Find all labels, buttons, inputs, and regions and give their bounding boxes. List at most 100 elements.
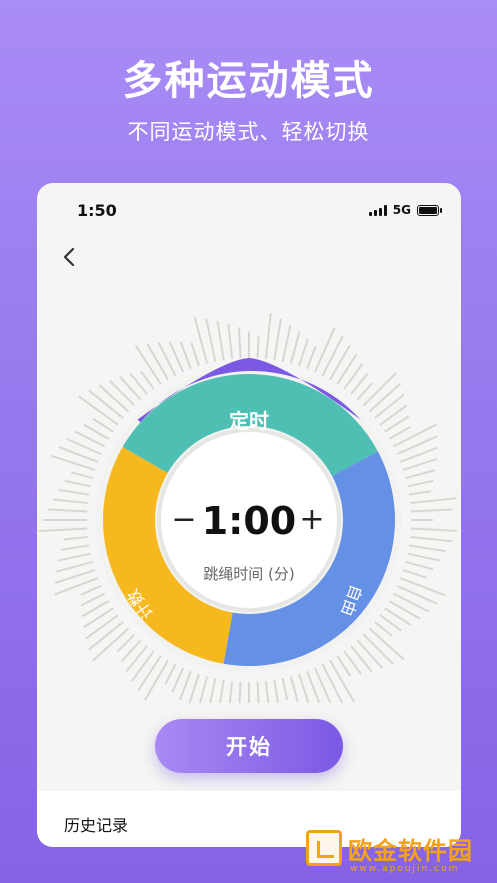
dial-tick — [47, 508, 88, 513]
dial-tick — [264, 312, 272, 359]
plus-button[interactable]: + — [295, 503, 329, 537]
history-label[interactable]: 历史记录 — [64, 812, 128, 836]
dial-tick — [58, 488, 90, 496]
dial-tick — [80, 592, 106, 607]
dial-tick — [405, 469, 436, 480]
dial-tick — [38, 527, 88, 533]
dial-graphic — [38, 312, 457, 703]
dial-tick — [410, 527, 457, 532]
dial-tick — [52, 498, 88, 505]
dial-tick — [356, 382, 373, 401]
status-time: 1:50 — [77, 201, 117, 220]
dial-tick — [273, 679, 279, 703]
dial-tick — [306, 345, 317, 370]
dial-tick — [407, 552, 440, 562]
dial-tick — [329, 344, 351, 381]
dial-tick — [60, 544, 90, 551]
dial-tick — [80, 584, 102, 596]
status-icons: 5G — [368, 203, 442, 217]
dial-tick — [336, 354, 358, 385]
dial-tick — [88, 621, 124, 651]
dial-tick — [408, 490, 431, 496]
dial-tick — [140, 370, 155, 390]
dial-tick — [83, 607, 114, 629]
watermark-url: www.apoujin.com — [350, 864, 460, 874]
battery-icon — [417, 204, 442, 216]
watermark: 欧金软件园 — [306, 830, 473, 866]
dial-tick — [209, 678, 217, 703]
dial-tick — [179, 341, 192, 370]
dial-tick — [130, 650, 155, 682]
dial-tick — [321, 335, 344, 377]
dial-tick — [379, 404, 408, 426]
dial-tick — [188, 673, 200, 703]
phone-screen: 1:50 5G 定时 计数 自由 − 1:00 + 跳绳时间 (分) 开始 历史… — [37, 183, 461, 847]
dial-tick — [368, 627, 405, 661]
dial-tick — [410, 497, 457, 505]
dial-tick — [108, 379, 136, 407]
dial-tick — [237, 327, 242, 359]
network-label: 5G — [392, 203, 411, 217]
dial-tick — [329, 659, 356, 703]
dial-tick — [125, 645, 148, 673]
dial-tick — [374, 621, 393, 637]
dial-tick — [198, 676, 209, 703]
dial-tick — [362, 372, 397, 407]
dial-tick — [396, 435, 438, 456]
dial-tick — [71, 471, 93, 480]
dial-tick — [368, 382, 402, 413]
dial-tick — [56, 560, 93, 573]
dial-tick — [85, 614, 119, 640]
dial-tick — [190, 342, 200, 367]
watermark-logo-icon — [306, 830, 342, 866]
dial-tick — [137, 655, 162, 692]
promo-title: 多种运动模式 — [122, 58, 375, 104]
dial-tick — [402, 458, 437, 471]
dial-tick — [392, 592, 430, 613]
watermark-text: 欧金软件园 — [348, 836, 473, 865]
dial-tick — [281, 324, 292, 362]
dial-tick — [399, 577, 446, 597]
dial-tick — [256, 336, 260, 359]
dial-tick — [273, 318, 282, 361]
dial-tick — [256, 681, 260, 703]
dial-tick — [88, 389, 124, 419]
start-button[interactable]: 开始 — [155, 719, 343, 773]
dial-tick — [178, 670, 192, 701]
mode-dial: 定时 计数 自由 − 1:00 + 跳绳时间 (分) — [37, 233, 461, 703]
dial-tick — [402, 569, 427, 579]
dial-tick — [216, 320, 225, 361]
dial-tick — [298, 338, 309, 367]
dial-tick — [408, 544, 447, 553]
dial-tick — [63, 535, 88, 541]
dial-tick — [64, 479, 91, 488]
promo-subtitle: 不同运动模式、轻松切换 — [127, 120, 370, 144]
dial-tick — [205, 318, 217, 362]
status-bar: 1:50 5G — [37, 183, 461, 233]
dial-tick — [405, 560, 434, 571]
dial-tick — [119, 376, 142, 401]
dial-tick — [374, 393, 405, 419]
dial-tick — [58, 552, 91, 562]
dial-tick — [410, 535, 452, 543]
signal-icon — [368, 204, 387, 216]
mode-timed[interactable]: 定时 — [209, 405, 289, 434]
dial-tick — [407, 479, 434, 488]
dial-tick — [171, 667, 185, 693]
dial-tick — [238, 681, 242, 703]
dial-tick — [321, 663, 344, 703]
dial-tick — [336, 655, 352, 677]
timer-unit: 跳绳时间 (分) — [203, 565, 295, 583]
dial-tick — [228, 681, 234, 703]
dial-tick — [388, 426, 411, 440]
dial-tick — [313, 327, 336, 373]
dial-tick — [219, 679, 225, 703]
dial-tick — [146, 343, 169, 381]
dial-tick — [410, 508, 453, 513]
dial-tick — [78, 395, 119, 426]
dial-tick — [289, 676, 299, 703]
dial-tick — [392, 423, 437, 448]
dial-tick — [134, 344, 162, 385]
dial-tick — [164, 663, 177, 685]
dial-tick — [298, 673, 310, 703]
